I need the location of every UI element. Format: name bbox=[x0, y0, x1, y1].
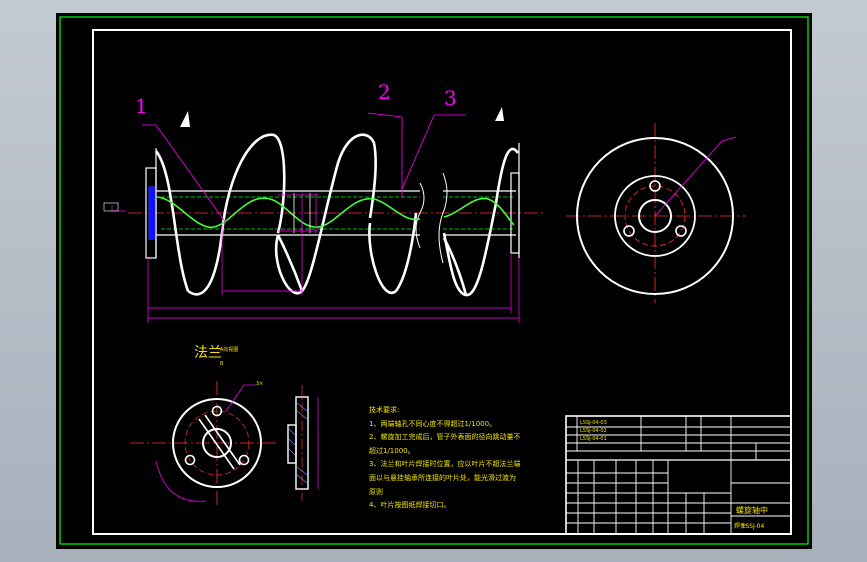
weld-symbol-right bbox=[495, 107, 504, 121]
tb-unit: 焊件 bbox=[734, 522, 746, 530]
callout-3-leader bbox=[401, 114, 435, 190]
callout-1: 1 bbox=[135, 94, 148, 118]
tb-row-3: LSSJ-04-01 bbox=[580, 436, 607, 442]
flange-section-sub: A向视图 bbox=[220, 346, 238, 353]
tech-note-4: 3、法兰和叶片焊接时位置，应以叶片不超法兰端 bbox=[369, 460, 521, 469]
tb-row-2: LSSJ-04-02 bbox=[580, 428, 607, 434]
tech-note-5: 面以与悬挂轴承所连接的叶片处，能光滑过渡为 bbox=[369, 473, 516, 482]
tech-note-3: 超过1/1000。 bbox=[369, 446, 415, 455]
tb-part-name: 螺旋轴中 bbox=[736, 505, 768, 515]
flange-section-title: 法兰 bbox=[194, 345, 222, 361]
svg-text:3×: 3× bbox=[256, 381, 263, 387]
weld-symbol-left bbox=[180, 111, 190, 127]
title-block-text: LSSJ-04-03 LSSJ-04-02 LSSJ-04-01 螺旋轴中 LS… bbox=[580, 420, 768, 530]
auger-main-view bbox=[103, 107, 546, 323]
technical-requirements: 技术要求: 1、两端轴孔不同心度不得超过1/1000。 2、螺旋加工完成后，管子… bbox=[369, 404, 544, 513]
drawing-sheet: 1 2 3 法兰 A向视图 B 3× LSSJ-04-03 LSSJ-04-02… bbox=[56, 13, 812, 549]
tech-title: 技术要求: bbox=[369, 406, 400, 414]
helix-root-lines bbox=[155, 196, 515, 228]
tech-note-6: 原则 bbox=[369, 487, 383, 496]
tech-note-2: 2、螺旋加工完成后，管子外表面的径向跳动量不 bbox=[369, 433, 521, 442]
helix-flights bbox=[154, 133, 520, 297]
flange-bore bbox=[148, 186, 157, 240]
tech-note-1: 1、两端轴孔不同心度不得超过1/1000。 bbox=[369, 419, 497, 428]
flange-section-sub2: B bbox=[220, 361, 224, 367]
auger-end-view bbox=[566, 123, 746, 303]
tb-row-1: LSSJ-04-03 bbox=[580, 420, 607, 426]
callout-3: 3 bbox=[444, 86, 457, 110]
callout-2: 2 bbox=[378, 80, 391, 104]
flange-detail: 法兰 A向视图 B 3× bbox=[130, 345, 319, 507]
tech-note-7: 4、叶片按图纸焊接切口。 bbox=[369, 501, 451, 510]
